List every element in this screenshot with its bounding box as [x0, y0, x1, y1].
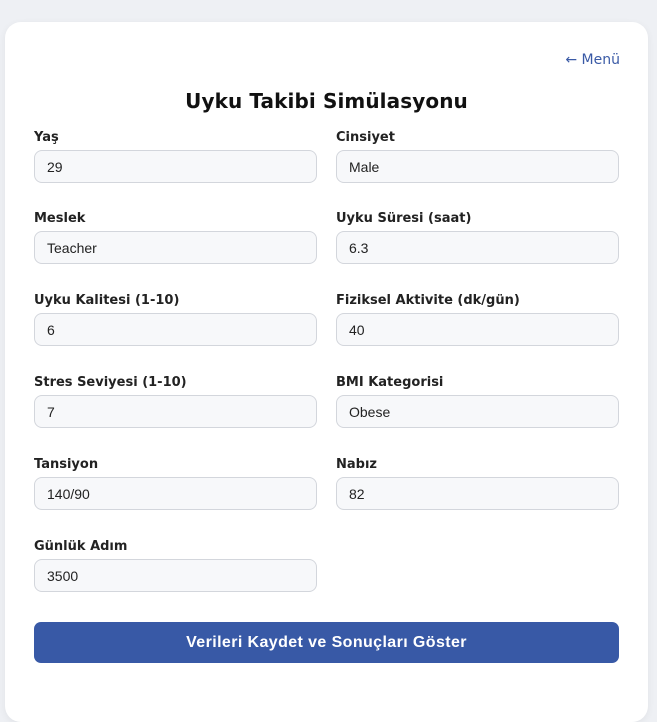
age-label: Yaş — [34, 130, 59, 145]
daily-steps-label: Günlük Adım — [34, 539, 128, 554]
sleep-duration-input[interactable] — [336, 231, 619, 264]
gender-field: Cinsiyet — [336, 129, 619, 183]
bmi-category-label: BMI Kategorisi — [336, 375, 444, 390]
blood-pressure-input[interactable] — [34, 477, 317, 510]
heart-rate-input[interactable] — [336, 477, 619, 510]
heart-rate-label: Nabız — [336, 457, 377, 472]
blood-pressure-label: Tansiyon — [34, 457, 99, 472]
bmi-category-input[interactable] — [336, 395, 619, 428]
daily-steps-input[interactable] — [34, 559, 317, 592]
gender-input[interactable] — [336, 150, 619, 183]
page-title: Uyku Takibi Simülasyonu — [185, 89, 468, 113]
sleep-quality-input[interactable] — [34, 313, 317, 346]
physical-activity-input[interactable] — [336, 313, 619, 346]
physical-activity-label: Fiziksel Aktivite (dk/gün) — [336, 293, 520, 308]
sleep-duration-field: Uyku Süresi (saat) — [336, 210, 619, 264]
sleep-duration-label: Uyku Süresi (saat) — [336, 211, 472, 226]
occupation-field: Meslek — [34, 210, 317, 264]
sleep-quality-label: Uyku Kalitesi (1-10) — [34, 293, 180, 308]
stress-level-field: Stres Seviyesi (1-10) — [34, 374, 317, 428]
stress-level-input[interactable] — [34, 395, 317, 428]
physical-activity-field: Fiziksel Aktivite (dk/gün) — [336, 292, 619, 346]
daily-steps-field: Günlük Adım — [34, 538, 317, 592]
menu-back-link[interactable]: ← Menü — [565, 52, 620, 68]
occupation-input[interactable] — [34, 231, 317, 264]
heart-rate-field: Nabız — [336, 456, 619, 510]
age-field: Yaş — [34, 129, 317, 183]
stress-level-label: Stres Seviyesi (1-10) — [34, 375, 187, 390]
form-card: ← Menü Uyku Takibi Simülasyonu Yaş Cinsi… — [5, 22, 648, 722]
age-input[interactable] — [34, 150, 317, 183]
bmi-category-field: BMI Kategorisi — [336, 374, 619, 428]
occupation-label: Meslek — [34, 211, 86, 226]
blood-pressure-field: Tansiyon — [34, 456, 317, 510]
save-and-show-results-button[interactable]: Verileri Kaydet ve Sonuçları Göster — [34, 622, 619, 663]
sleep-quality-field: Uyku Kalitesi (1-10) — [34, 292, 317, 346]
gender-label: Cinsiyet — [336, 130, 395, 145]
